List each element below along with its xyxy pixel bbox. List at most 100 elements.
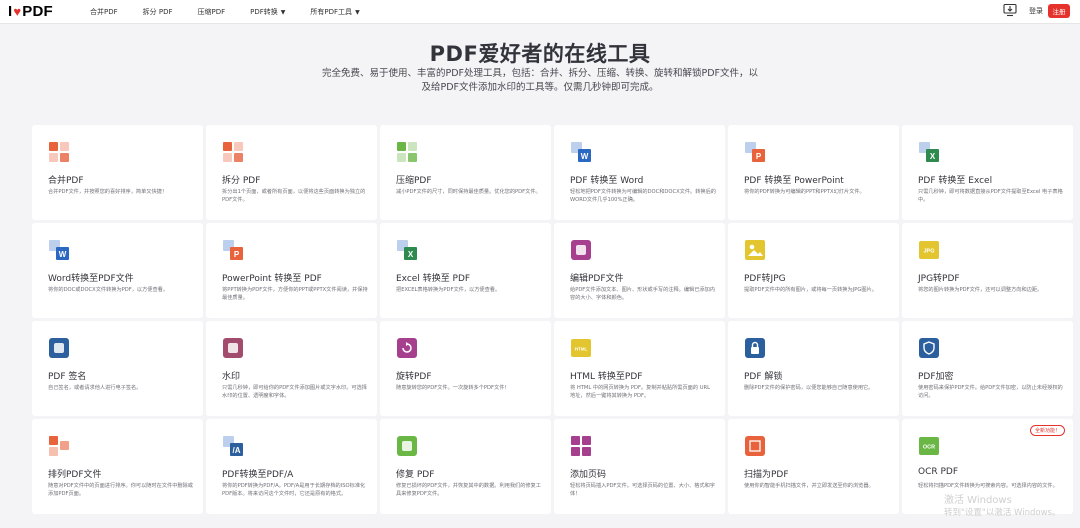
desktop-download-icon[interactable] <box>1003 3 1017 17</box>
tool-name: PDF 转换至 Word <box>570 176 644 186</box>
tool-card[interactable]: 拆分 PDF 拆分出1个页面，或者所有页面，以便将这些页面转换为独立的PDF文件。 <box>206 125 377 220</box>
tool-description: 修复已损坏的PDF文件，并恢复其中的数据。利用我们的修复工具来修复PDF文件。 <box>396 483 541 497</box>
tool-card[interactable]: 扫描为PDF 使用你的智能手机扫描文件，并立即发送至你的浏览器。 <box>728 419 899 514</box>
pdf-to-powerpoint-icon: P <box>744 141 766 163</box>
merge-icon <box>48 141 70 163</box>
page-subtitle: 完全免费、易于使用、丰富的PDF处理工具，包括：合并、拆分、压缩、转换、旋转和解… <box>321 68 759 93</box>
tool-name: OCR PDF <box>918 467 959 477</box>
main-nav: 合并PDF 拆分 PDF 压缩PDF PDF转换 ▼ 所有PDF工具 ▼ <box>90 0 385 24</box>
tool-card[interactable]: 合并PDF 合并PDF文件，并按照您的喜好排序，简单又快捷！ <box>32 125 203 220</box>
svg-text:P: P <box>756 152 762 161</box>
tool-description: 将您的图片转换为PDF文件，还可以调整方向和边距。 <box>918 287 1043 293</box>
repair-pdf-icon <box>396 435 418 457</box>
tool-description: 删除PDF文件的保护密码，以便您能够自己随意使用它。 <box>744 385 874 391</box>
tool-description: 提取PDF文件中的所有图片，或将每一页转换为JPG图片。 <box>744 287 877 293</box>
tool-card[interactable]: W PDF 转换至 Word 轻松地把PDF文件转换为可编辑的DOC和DOCX文件。… <box>554 125 725 220</box>
tool-description: 只需几秒钟，即可给你的PDF文件添加图片或文字水印。可选择水印的位置、透明度和字… <box>222 385 367 399</box>
tool-name: Word转换至PDF文件 <box>48 274 134 284</box>
login-link[interactable]: 登录 <box>1029 6 1043 16</box>
tool-name: 编辑PDF文件 <box>570 274 624 284</box>
watermark-line-1: 激活 Windows <box>944 495 1012 506</box>
tool-description: 将你的DOC或DOCX文件转换为PDF，以方便查看。 <box>48 287 169 293</box>
tool-description: 随意旋转您的PDF文件。一次旋转多个PDF文件！ <box>396 385 510 391</box>
nav-split-pdf[interactable]: 拆分 PDF <box>143 7 173 17</box>
svg-text:P: P <box>234 250 240 259</box>
chevron-down-icon: ▼ <box>280 8 286 16</box>
tool-name: 添加页码 <box>570 470 607 480</box>
nav-compress-pdf[interactable]: 压缩PDF <box>198 7 226 17</box>
tool-description: 拆分出1个页面，或者所有页面，以便将这些页面转换为独立的PDF文件。 <box>222 189 366 203</box>
tool-card[interactable]: 添加页码 轻松将页码插入PDF文件。可选择页码的位置、大小、格式和字体！ <box>554 419 725 514</box>
page-numbers-icon <box>570 435 592 457</box>
organize-pdf-icon <box>48 435 70 457</box>
nav-convert-pdf-dropdown[interactable]: PDF转换 ▼ <box>250 7 285 17</box>
tool-card[interactable]: PDF加密 使用密码来保护PDF文件。给PDF文件加密，以防止未经授权的访问。 <box>902 321 1073 416</box>
svg-text:JPG: JPG <box>923 249 934 255</box>
nav-all-tools-dropdown[interactable]: 所有PDF工具 ▼ <box>310 7 359 17</box>
pdf-to-jpg-icon <box>744 239 766 261</box>
tool-card[interactable]: 排列PDF文件 随意对PDF文件中的页面进行排序。你可以随时在文件中删除或添加PD… <box>32 419 203 514</box>
powerpoint-to-pdf-icon: P <box>222 239 244 261</box>
tool-name: JPG转PDF <box>918 274 960 284</box>
tool-description: 将你的PDF转换为可编辑的PPT和PPTX幻灯片文件。 <box>744 189 865 195</box>
new-feature-badge: 全新功能！ <box>1029 425 1065 436</box>
tool-card[interactable]: 水印只需几秒钟，即可给你的PDF文件添加图片或文字水印。可选择水印的位置、透明度… <box>206 321 377 416</box>
tool-name: 合并PDF <box>48 176 84 186</box>
logo-prefix: I <box>8 3 13 20</box>
tool-card[interactable]: 旋转PDF 随意旋转您的PDF文件。一次旋转多个PDF文件！ <box>380 321 551 416</box>
watermark-line-2: 转到"设置"以激活 Windows。 <box>944 508 1061 518</box>
heart-icon: ♥ <box>13 4 22 19</box>
tool-description: 减小PDF文件的尺寸，同时保持最佳质量。优化您的PDF文件。 <box>396 189 541 195</box>
sign-pdf-icon <box>48 337 70 359</box>
tool-card[interactable]: 修复 PDF 修复已损坏的PDF文件，并恢复其中的数据。利用我们的修复工具来修复P… <box>380 419 551 514</box>
nav-label: PDF转换 <box>250 8 278 16</box>
excel-to-pdf-icon: X <box>396 239 418 261</box>
tool-description: 给PDF文件添加文本、图片、形状或手写的注释。编辑已添加内容的大小、字体和颜色。 <box>570 287 715 301</box>
svg-text:W: W <box>581 152 589 161</box>
register-button[interactable]: 注册 <box>1048 4 1070 18</box>
tool-card[interactable]: JPG JPG转PDF 将您的图片转换为PDF文件，还可以调整方向和边距。 <box>902 223 1073 318</box>
nav-label: 压缩PDF <box>197 8 226 16</box>
tool-name: 扫描为PDF <box>744 470 789 480</box>
page-title: PDF爱好者的在线工具 <box>429 42 651 66</box>
svg-text:HTML: HTML <box>575 347 588 352</box>
tool-card[interactable]: PDF转JPG 提取PDF文件中的所有图片，或将每一页转换为JPG图片。 <box>728 223 899 318</box>
tool-name: PDF 转换至 Excel <box>918 176 993 186</box>
protect-pdf-icon <box>918 337 940 359</box>
word-to-pdf-icon: W <box>48 239 70 261</box>
tool-name: PDF转换至PDF/A <box>222 470 294 480</box>
chevron-down-icon: ▼ <box>355 8 360 16</box>
nav-merge-pdf[interactable]: 合并PDF <box>90 7 118 17</box>
svg-text:X: X <box>408 250 414 259</box>
tool-card[interactable]: X PDF 转换至 Excel 只需几秒钟，即可将数据直接从PDF文件提取至Exce… <box>902 125 1073 220</box>
tool-description: 只需几秒钟，即可将数据直接从PDF文件提取至Excel 电子表格中。 <box>918 189 1063 203</box>
tool-name: 修复 PDF <box>396 470 435 480</box>
tool-name: 压缩PDF <box>396 176 432 186</box>
svg-text:X: X <box>930 152 936 161</box>
tool-description: 轻松将扫描PDF文件转换为可搜索内容。可选择内容的文件。 <box>918 483 1058 489</box>
tool-description: 将你的PDF转换为PDF/A。PDF/A是用于长期存档的ISO标准化PDF版本。… <box>222 483 366 497</box>
tool-card[interactable]: X Excel 转换至 PDF 把EXCEL表格转换为PDF文件，以方便查看。 <box>380 223 551 318</box>
svg-text:/A: /A <box>233 446 241 455</box>
tool-card[interactable]: PDF 签名 自己签名，或者请求他人进行电子签名。 <box>32 321 203 416</box>
tool-grid: 合并PDF 合并PDF文件，并按照您的喜好排序，简单又快捷！ 拆分 PDF 拆分出1个… <box>32 125 1073 514</box>
tool-name: 旋转PDF <box>396 372 432 382</box>
ilovepdf-logo[interactable]: I ♥ PDF <box>8 3 53 20</box>
tool-description: 将 HTML 中的网页转换为 PDF。复制并粘贴所需页面的 URL 地址，然后一… <box>570 385 710 399</box>
tool-card[interactable]: W Word转换至PDF文件将你的DOC或DOCX文件转换为PDF，以方便查看。 <box>32 223 203 318</box>
tool-card[interactable]: 编辑PDF文件给PDF文件添加文本、图片、形状或手写的注释。编辑已添加内容的大小… <box>554 223 725 318</box>
split-icon <box>222 141 244 163</box>
tool-card[interactable]: P PDF 转换至 PowerPoint 将你的PDF转换为可编辑的PPT和PPTX… <box>728 125 899 220</box>
tool-description: 轻松地把PDF文件转换为可编辑的DOC和DOCX文件。转换后的WORD文件几乎1… <box>570 189 716 203</box>
html-to-pdf-icon: HTML <box>570 337 592 359</box>
tool-card[interactable]: 压缩PDF 减小PDF文件的尺寸，同时保持最佳质量。优化您的PDF文件。 <box>380 125 551 220</box>
tool-card[interactable]: HTML HTML 转换至PDF 将 HTML 中的网页转换为 PDF。复制并粘贴所… <box>554 321 725 416</box>
tool-card[interactable]: PDF 解锁 删除PDF文件的保护密码，以便您能够自己随意使用它。 <box>728 321 899 416</box>
tool-description: 合并PDF文件，并按照您的喜好排序，简单又快捷！ <box>48 189 168 195</box>
tool-card[interactable]: /A PDF转换至PDF/A 将你的PDF转换为PDF/A。PDF/A是用于长期存档… <box>206 419 377 514</box>
tool-name: 水印 <box>222 372 241 382</box>
jpg-to-pdf-icon: JPG <box>918 239 940 261</box>
tool-card[interactable]: P PowerPoint 转换至 PDF 将PPT转换为PDF文件，方便你的PPT或… <box>206 223 377 318</box>
pdf-to-pdfa-icon: /A <box>222 435 244 457</box>
ocr-pdf-icon: OCR <box>918 435 940 457</box>
